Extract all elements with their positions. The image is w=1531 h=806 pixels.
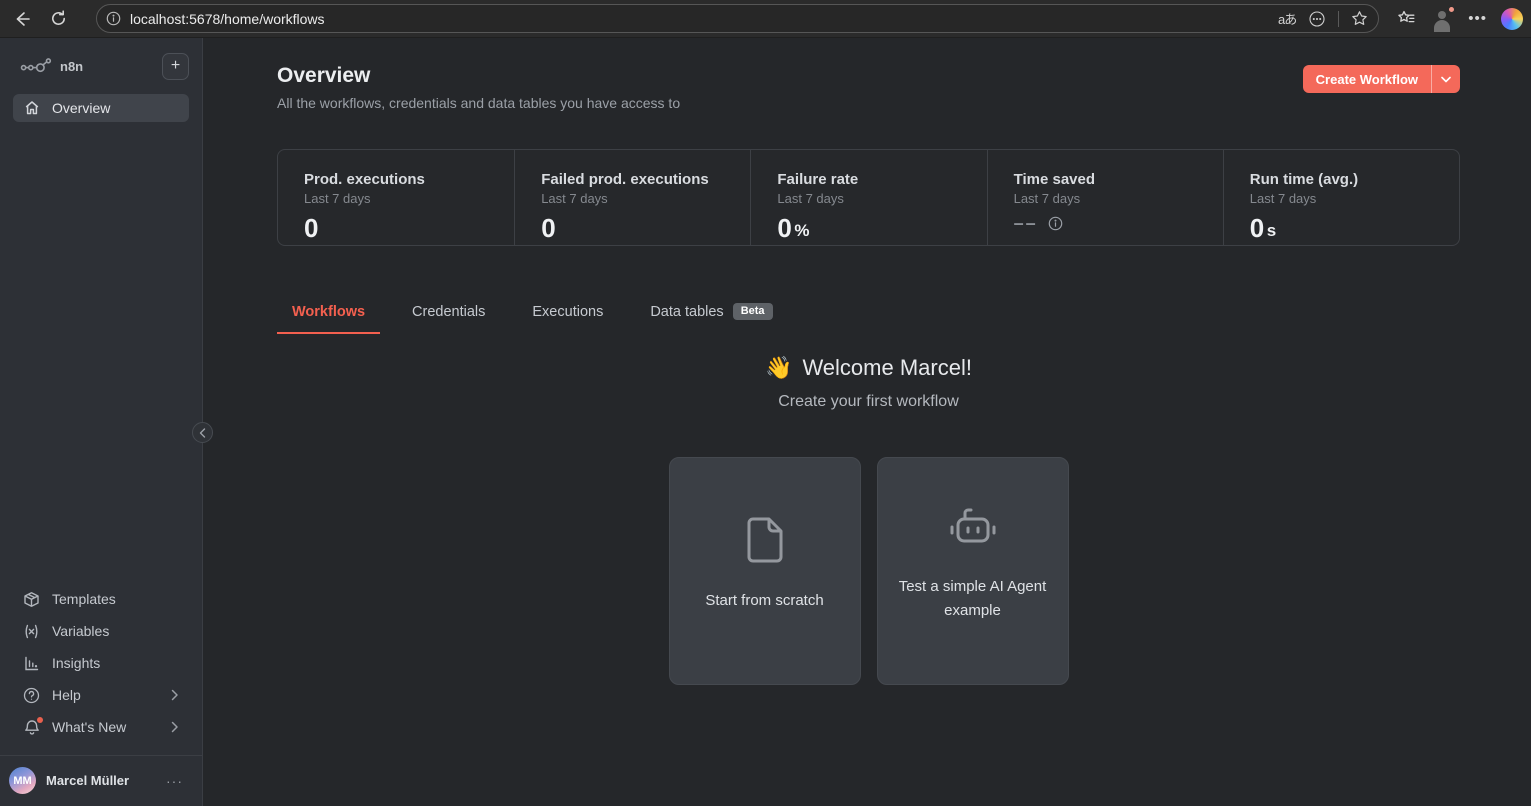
question-circle-icon (23, 687, 40, 704)
logo-text: n8n (60, 59, 162, 74)
page-title: Overview (277, 62, 680, 90)
stat-failed-executions: Failed prod. executions Last 7 days 0 (514, 150, 750, 245)
sidebar-item-label: Overview (52, 100, 110, 116)
tab-credentials[interactable]: Credentials (397, 293, 500, 334)
sidebar-item-label: Templates (52, 591, 116, 607)
tabs: Workflows Credentials Executions Data ta… (277, 293, 1460, 334)
translate-icon[interactable]: aあ (1278, 9, 1296, 28)
stat-period: Last 7 days (541, 191, 740, 206)
stat-title: Failed prod. executions (541, 171, 740, 188)
variable-icon (23, 623, 40, 640)
tab-data-tables[interactable]: Data tables Beta (635, 293, 787, 334)
page-subtitle: All the workflows, credentials and data … (277, 95, 680, 111)
stat-value: 0 (1250, 213, 1265, 244)
url-text[interactable]: localhost:5678/home/workflows (130, 11, 1278, 27)
user-more-icon[interactable]: ··· (166, 773, 189, 789)
tab-workflows[interactable]: Workflows (277, 293, 380, 334)
stat-title: Prod. executions (304, 171, 504, 188)
sidebar-item-label: Help (52, 687, 81, 703)
tab-executions[interactable]: Executions (517, 293, 618, 334)
package-icon (23, 591, 40, 608)
stat-period: Last 7 days (1250, 191, 1449, 206)
stat-period: Last 7 days (304, 191, 504, 206)
stat-value: 0 (777, 213, 792, 244)
bar-chart-icon (23, 655, 40, 672)
divider (1338, 11, 1339, 27)
bell-icon (23, 719, 40, 736)
sidebar-item-insights[interactable]: Insights (13, 649, 189, 677)
sidebar-item-label: Insights (52, 655, 100, 671)
create-workflow-button[interactable]: Create Workflow (1303, 65, 1460, 93)
stat-failure-rate: Failure rate Last 7 days 0% (750, 150, 986, 245)
browser-menu-icon[interactable]: ••• (1468, 10, 1487, 27)
sidebar-item-templates[interactable]: Templates (13, 585, 189, 613)
main-content: Overview All the workflows, credentials … (203, 38, 1531, 806)
card-label: Start from scratch (705, 589, 823, 613)
chevron-right-icon (170, 689, 179, 701)
logo-row: n8n + (13, 52, 189, 80)
stat-time-saved: Time saved Last 7 days –– (987, 150, 1223, 245)
user-menu[interactable]: MM Marcel Müller ··· (0, 755, 202, 806)
stat-prod-executions: Prod. executions Last 7 days 0 (278, 150, 514, 245)
n8n-logo-icon (20, 57, 52, 75)
welcome-subtitle: Create your first workflow (277, 393, 1460, 411)
sidebar-item-overview[interactable]: Overview (13, 94, 189, 122)
welcome-title: 👋Welcome Marcel! (277, 355, 1460, 381)
sidebar-item-variables[interactable]: Variables (13, 617, 189, 645)
profile-notification-dot (1447, 5, 1456, 14)
app-window: n8n + Overview Templates Variables (0, 38, 1531, 806)
site-info-icon[interactable] (106, 11, 121, 26)
starter-cards: Start from scratch Test a simple AI Agen… (277, 457, 1460, 685)
beta-badge: Beta (733, 303, 773, 320)
stats-bar: Prod. executions Last 7 days 0 Failed pr… (277, 149, 1460, 246)
user-name: Marcel Müller (46, 773, 166, 788)
file-icon (743, 515, 787, 565)
info-icon[interactable] (1048, 216, 1063, 231)
welcome-block: 👋Welcome Marcel! Create your first workf… (277, 355, 1460, 411)
sidebar-item-label: What's New (52, 719, 126, 735)
sidebar-item-help[interactable]: Help (13, 681, 189, 709)
notification-dot (37, 717, 43, 723)
browser-actions: ••• (1397, 7, 1523, 31)
user-avatar[interactable]: MM (9, 767, 36, 794)
collections-icon[interactable] (1397, 9, 1416, 28)
create-workflow-label[interactable]: Create Workflow (1303, 65, 1431, 93)
stat-title: Time saved (1014, 171, 1213, 188)
sidebar: n8n + Overview Templates Variables (0, 38, 203, 806)
copilot-icon[interactable] (1501, 8, 1523, 30)
stat-period: Last 7 days (1014, 191, 1213, 206)
stat-run-time: Run time (avg.) Last 7 days 0s (1223, 150, 1459, 245)
browser-profile-avatar[interactable] (1430, 7, 1454, 31)
ai-agent-example-card[interactable]: Test a simple AI Agent example (877, 457, 1069, 685)
back-icon[interactable] (6, 4, 38, 34)
robot-icon (948, 505, 998, 551)
browser-toolbar: localhost:5678/home/workflows aあ ••• (0, 0, 1531, 38)
stat-title: Failure rate (777, 171, 976, 188)
create-workflow-dropdown[interactable] (1431, 65, 1460, 93)
refresh-icon[interactable] (42, 4, 74, 34)
favorite-star-icon[interactable] (1351, 10, 1368, 27)
card-label: Test a simple AI Agent example (898, 575, 1048, 623)
sidebar-item-label: Variables (52, 623, 109, 639)
stat-value: 0 (541, 213, 556, 244)
stat-period: Last 7 days (777, 191, 976, 206)
chevron-right-icon (170, 721, 179, 733)
stat-title: Run time (avg.) (1250, 171, 1449, 188)
start-from-scratch-card[interactable]: Start from scratch (669, 457, 861, 685)
stat-value: –– (1014, 213, 1038, 234)
wave-emoji: 👋 (765, 355, 792, 380)
home-icon (23, 100, 40, 116)
address-bar[interactable]: localhost:5678/home/workflows aあ (96, 4, 1379, 33)
sidebar-collapse-toggle[interactable] (192, 422, 213, 443)
sidebar-item-whats-new[interactable]: What's New (13, 713, 189, 741)
stat-value: 0 (304, 213, 319, 244)
sidebar-spacer (13, 126, 189, 585)
page-header: Overview All the workflows, credentials … (277, 62, 1460, 111)
add-workflow-button[interactable]: + (162, 53, 189, 80)
reading-mode-icon[interactable] (1308, 10, 1326, 28)
